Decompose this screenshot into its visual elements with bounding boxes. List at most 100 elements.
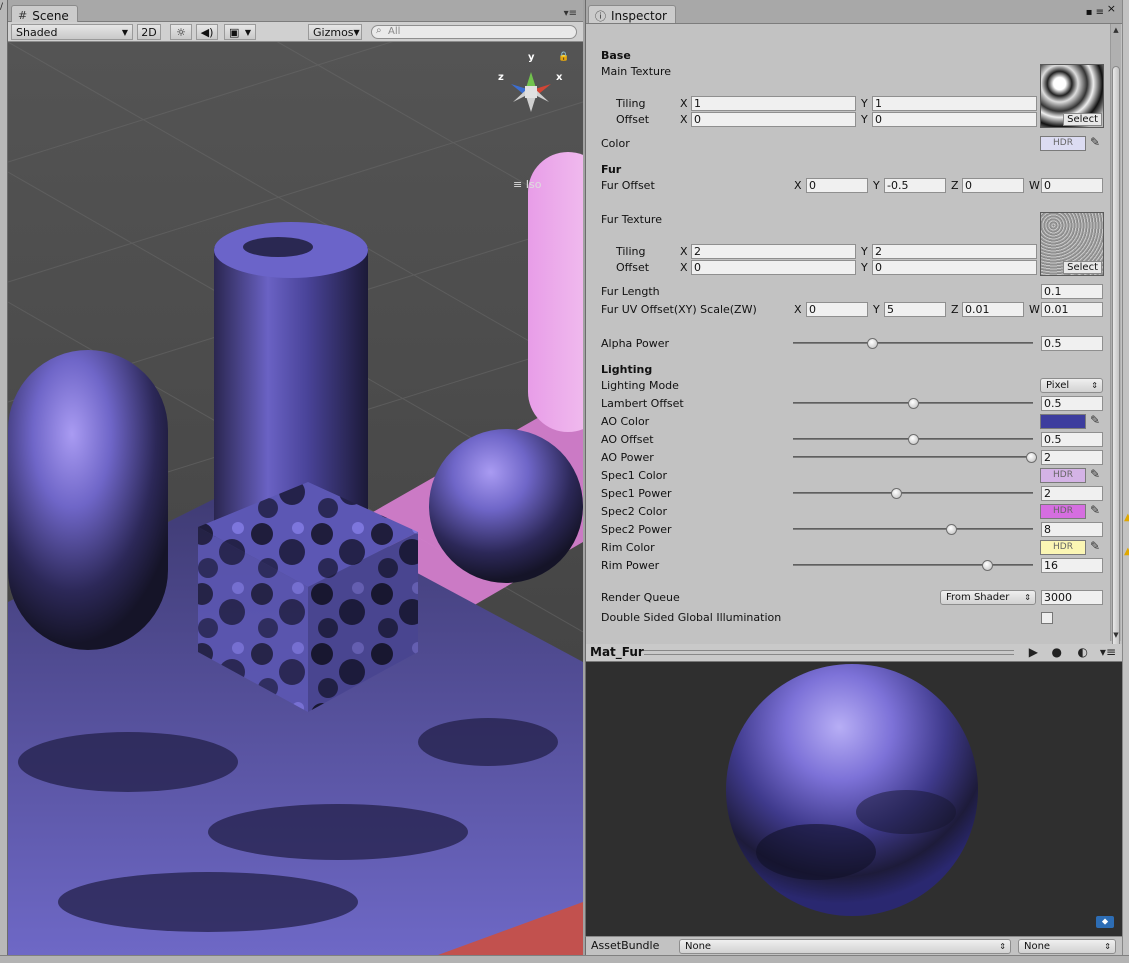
sphere-mesh-icon[interactable]: ● (1052, 645, 1062, 659)
main-offset-x-field[interactable]: 0 (691, 112, 856, 127)
spec1-power-field[interactable]: 2 (1041, 486, 1103, 501)
window-menu-icon[interactable]: ▾≡ (564, 8, 577, 19)
chevron-updown-icon: ⇕ (999, 942, 1006, 951)
fur-length-field[interactable]: 0.1 (1041, 284, 1103, 299)
fur-offset-z-field[interactable]: 0 (962, 178, 1024, 193)
spec1-color-swatch[interactable]: HDR (1040, 468, 1086, 483)
ao-power-slider[interactable] (793, 450, 1037, 465)
scrollbar-thumb[interactable] (1112, 66, 1120, 652)
fur-tex-offset-x-field[interactable]: 0 (691, 260, 856, 275)
light-toggle-icon[interactable]: ◐ (1078, 645, 1088, 659)
grid-hash-icon: # (18, 9, 28, 22)
fur-length-label: Fur Length (601, 285, 660, 298)
spec1-power-slider[interactable] (793, 486, 1033, 501)
label-tag-icon[interactable]: ⬥ (1096, 916, 1114, 928)
fur-uv-z-field[interactable]: 0.01 (962, 302, 1024, 317)
ao-offset-field[interactable]: 0.5 (1041, 432, 1103, 447)
scroll-down-icon[interactable]: ▼ (1111, 631, 1121, 639)
fur-uv-w-field[interactable]: 0.01 (1041, 302, 1103, 317)
eyedropper-icon[interactable]: ✎ (1090, 539, 1100, 553)
main-texture-slot[interactable]: Select (1040, 64, 1104, 128)
fur-tex-offset-y-field[interactable]: 0 (872, 260, 1037, 275)
tab-inspector[interactable]: ⓘ Inspector (588, 5, 676, 23)
eyedropper-icon[interactable]: ✎ (1090, 467, 1100, 481)
bottom-edge (0, 955, 1129, 963)
rim-power-slider[interactable] (793, 558, 1033, 573)
slider-knob[interactable] (867, 338, 879, 349)
rim-color-swatch[interactable]: HDR (1040, 540, 1086, 555)
chevron-down-icon: ▼ (244, 27, 251, 37)
main-offset-y-field[interactable]: 0 (872, 112, 1037, 127)
toggle-2d-button[interactable]: 2D (137, 24, 161, 40)
slider-knob[interactable] (908, 434, 919, 445)
slider-knob[interactable] (1025, 452, 1037, 463)
slider-knob[interactable] (891, 488, 903, 499)
eyedropper-icon[interactable]: ✎ (1090, 413, 1100, 427)
lighting-toggle-button[interactable]: ☼ (170, 24, 192, 40)
render-queue-dropdown[interactable]: From Shader ⇕ (940, 590, 1036, 605)
preview-drag-handle[interactable] (644, 650, 1014, 655)
slider-track[interactable] (793, 564, 1033, 566)
ao-offset-slider[interactable] (793, 432, 1033, 447)
window-menu-icon[interactable]: ▾≡ (1100, 645, 1116, 659)
asset-bundle-variant-dropdown[interactable]: None ⇕ (1018, 939, 1116, 954)
alpha-power-field[interactable]: 0.5 (1041, 336, 1103, 351)
close-icon[interactable]: × (1107, 2, 1116, 15)
slider-knob[interactable] (982, 560, 994, 571)
inspector-scrollbar[interactable]: ▲ ▼ (1110, 24, 1121, 652)
fur-tiling-y-field[interactable]: 2 (872, 244, 1037, 259)
rim-power-field[interactable]: 16 (1041, 558, 1103, 573)
edge-text: / (0, 2, 4, 12)
scene-search-input[interactable]: ⌕ All (371, 25, 577, 39)
main-tiling-x-field[interactable]: 1 (691, 96, 856, 111)
lambert-offset-slider[interactable] (793, 396, 1033, 411)
slider-track[interactable] (793, 342, 1033, 344)
slider-track[interactable] (793, 492, 1033, 494)
lighting-mode-dropdown[interactable]: Pixel ⇕ (1040, 378, 1103, 393)
ao-color-swatch[interactable] (1040, 414, 1086, 429)
slider-track[interactable] (793, 456, 1033, 458)
fur-offset-y-field[interactable]: -0.5 (884, 178, 946, 193)
lighting-mode-label: Lighting Mode (601, 379, 679, 392)
ao-power-field[interactable]: 2 (1041, 450, 1103, 465)
fur-texture-select-button[interactable]: Select (1063, 261, 1102, 274)
play-icon[interactable]: ▶ (1029, 645, 1038, 659)
shading-mode-dropdown[interactable]: Shaded ▼ (11, 24, 133, 40)
spec2-color-swatch[interactable]: HDR (1040, 504, 1086, 519)
scene-viewport[interactable]: y x z 🔒 ≡ Iso (8, 42, 583, 955)
slider-knob[interactable] (946, 524, 958, 535)
render-queue-mode: From Shader (946, 592, 1010, 603)
alpha-power-slider[interactable] (793, 336, 1033, 351)
lock-icon[interactable]: 🔒 (558, 52, 569, 62)
fur-uv-x-field[interactable]: 0 (806, 302, 868, 317)
eyedropper-icon[interactable]: ✎ (1090, 135, 1100, 149)
asset-bundle-name-dropdown[interactable]: None ⇕ (679, 939, 1011, 954)
spec2-power-field[interactable]: 8 (1041, 522, 1103, 537)
fur-texture-label: Fur Texture (601, 213, 662, 226)
gizmos-dropdown[interactable]: Gizmos ▼ (308, 24, 362, 40)
fur-uv-y-field[interactable]: 5 (884, 302, 946, 317)
fur-offset-x-field[interactable]: 0 (806, 178, 868, 193)
audio-toggle-button[interactable]: ◀) (196, 24, 218, 40)
lock-icon[interactable]: ▪ ≡ (1086, 7, 1104, 18)
fur-uv-label: Fur UV Offset(XY) Scale(ZW) (601, 303, 757, 316)
main-tiling-y-field[interactable]: 1 (872, 96, 1037, 111)
main-texture-select-button[interactable]: Select (1063, 113, 1102, 126)
render-queue-field[interactable]: 3000 (1041, 590, 1103, 605)
spec2-power-slider[interactable] (793, 522, 1033, 537)
projection-toggle[interactable]: ≡ Iso (513, 178, 541, 191)
fur-offset-w-field[interactable]: 0 (1041, 178, 1103, 193)
warning-icon: ▲ (1124, 546, 1129, 557)
slider-track[interactable] (793, 528, 1033, 530)
color-swatch[interactable]: HDR (1040, 136, 1086, 151)
effects-dropdown[interactable]: ▣ ▼ (224, 24, 256, 40)
fur-texture-slot[interactable]: Select (1040, 212, 1104, 276)
axis-x-label: X (794, 303, 802, 316)
fur-tiling-x-field[interactable]: 2 (691, 244, 856, 259)
lambert-offset-field[interactable]: 0.5 (1041, 396, 1103, 411)
double-sided-gi-checkbox[interactable] (1041, 612, 1053, 624)
eyedropper-icon[interactable]: ✎ (1090, 503, 1100, 517)
scroll-up-icon[interactable]: ▲ (1111, 26, 1121, 34)
tab-scene[interactable]: # Scene (11, 5, 78, 23)
slider-knob[interactable] (908, 398, 919, 409)
